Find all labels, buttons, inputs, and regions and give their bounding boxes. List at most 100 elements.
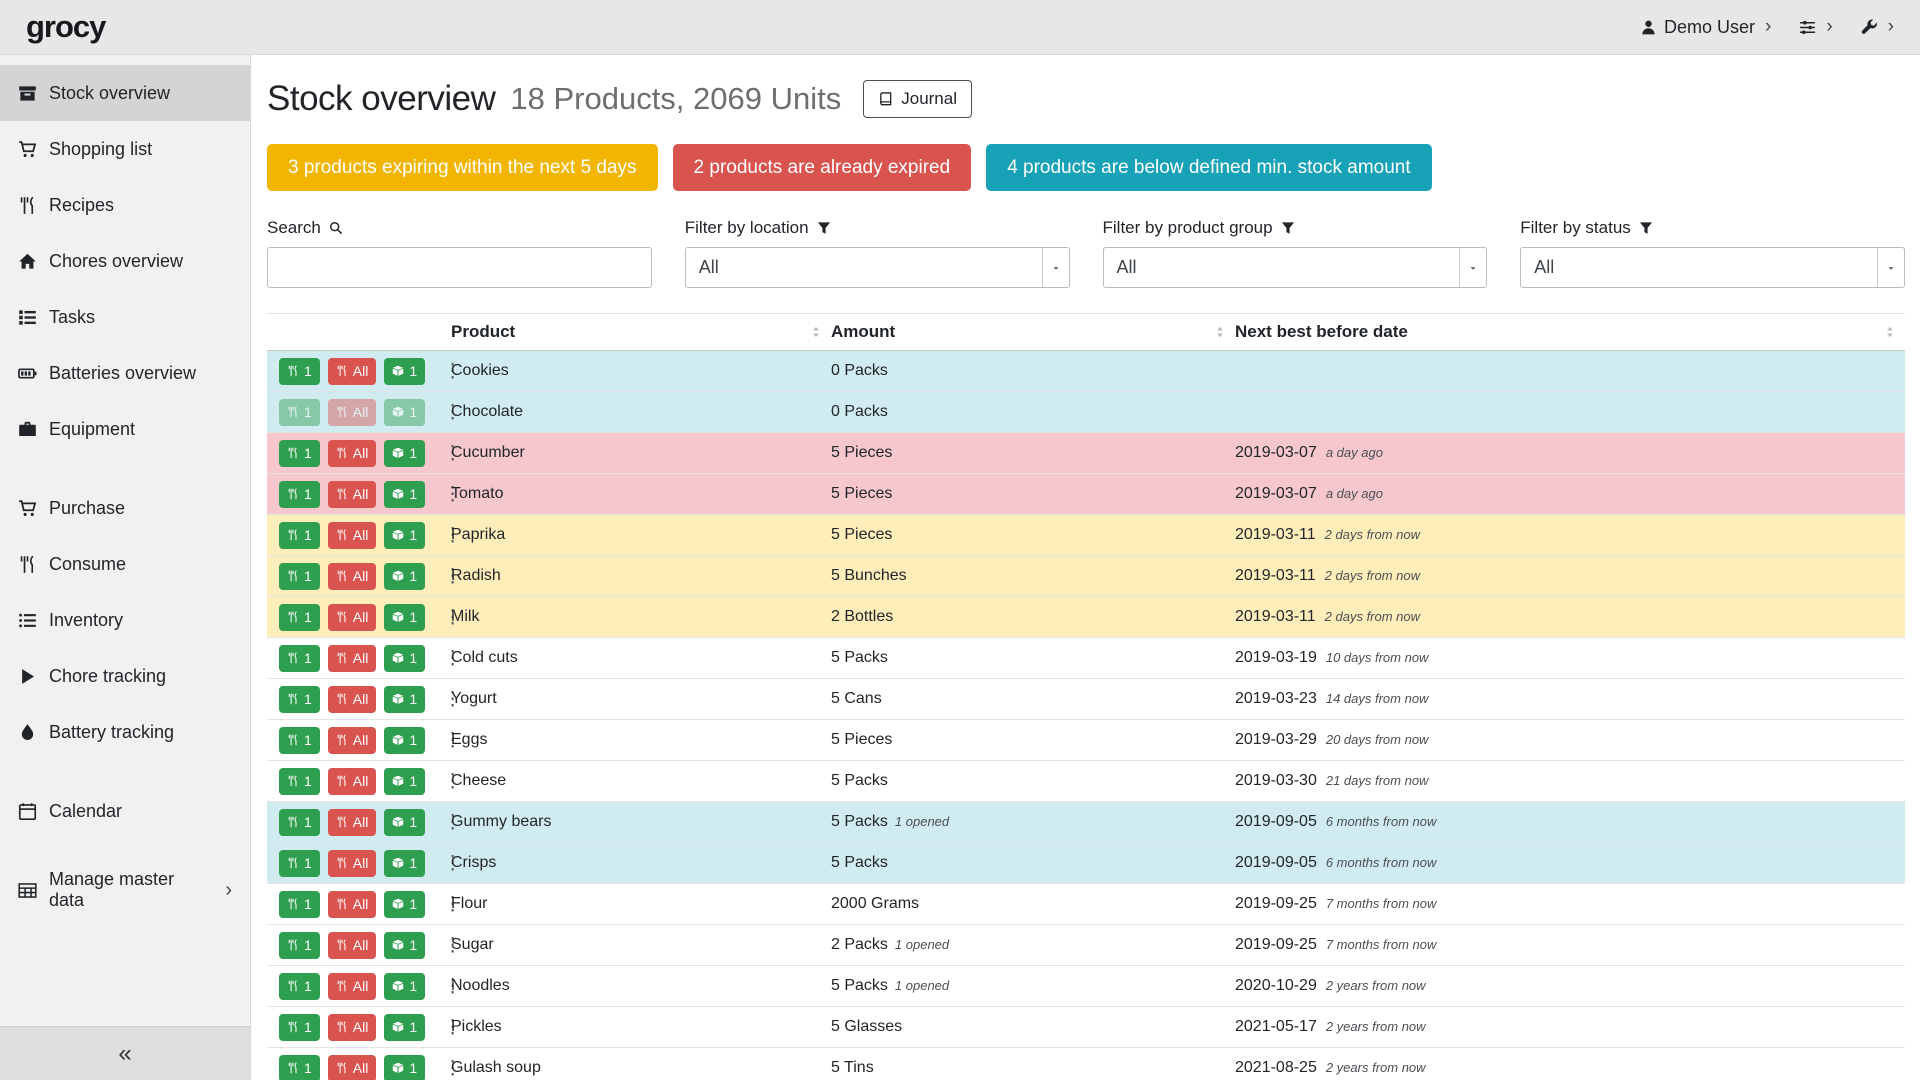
journal-button[interactable]: Journal <box>863 80 972 118</box>
filter-location-select[interactable]: All <box>685 247 1070 288</box>
sort-icon[interactable] <box>1213 325 1227 339</box>
consume-all-button[interactable]: All <box>328 522 377 549</box>
sidebar-item-equipment[interactable]: Equipment <box>0 401 250 457</box>
consume-one-button[interactable]: 1 <box>279 932 320 959</box>
consume-all-button[interactable]: All <box>328 358 377 385</box>
sidebar-item-stock-overview[interactable]: Stock overview <box>0 65 250 121</box>
consume-all-button[interactable]: All <box>328 768 377 795</box>
consume-all-button[interactable]: All <box>328 645 377 672</box>
consume-all-button[interactable]: All <box>328 727 377 754</box>
relative-date: 2 years from now <box>1326 1060 1426 1075</box>
filter-status-select[interactable]: All <box>1520 247 1905 288</box>
sidebar-item-chore-tracking[interactable]: Chore tracking <box>0 648 250 704</box>
best-before-date: 2019-03-07a day ago <box>1235 485 1905 503</box>
selected-value: All <box>1521 257 1877 278</box>
sidebar-item-manage-master-data[interactable]: Manage master data› <box>0 862 250 918</box>
sidebar-item-calendar[interactable]: Calendar <box>0 783 250 839</box>
consume-one-button[interactable]: 1 <box>279 645 320 672</box>
consume-all-button[interactable]: All <box>328 399 377 426</box>
consume-all-button[interactable]: All <box>328 891 377 918</box>
sidebar-item-shopping-list[interactable]: Shopping list <box>0 121 250 177</box>
open-one-button[interactable]: 1 <box>384 440 425 467</box>
consume-all-button[interactable]: All <box>328 604 377 631</box>
open-one-button[interactable]: 1 <box>384 973 425 1000</box>
consume-all-button[interactable]: All <box>328 973 377 1000</box>
consume-one-button[interactable]: 1 <box>279 440 320 467</box>
relative-date: 7 months from now <box>1326 937 1437 952</box>
consume-one-button[interactable]: 1 <box>279 358 320 385</box>
sort-icon[interactable] <box>809 325 823 339</box>
consume-one-button[interactable]: 1 <box>279 481 320 508</box>
consume-all-button[interactable]: All <box>328 850 377 877</box>
open-one-button[interactable]: 1 <box>384 891 425 918</box>
consume-all-button[interactable]: All <box>328 563 377 590</box>
consume-one-button[interactable]: 1 <box>279 1055 320 1080</box>
filter-product-group-label: Filter by product group <box>1103 218 1488 238</box>
consume-one-button[interactable]: 1 <box>279 727 320 754</box>
sidebar-item-batteries-overview[interactable]: Batteries overview <box>0 345 250 401</box>
sidebar-item-consume[interactable]: Consume <box>0 536 250 592</box>
open-one-button[interactable]: 1 <box>384 686 425 713</box>
open-one-button[interactable]: 1 <box>384 1055 425 1080</box>
consume-all-button[interactable]: All <box>328 1055 377 1080</box>
open-one-button[interactable]: 1 <box>384 809 425 836</box>
sidebar-item-label: Calendar <box>49 801 232 822</box>
consume-all-button[interactable]: All <box>328 1014 377 1041</box>
consume-one-button[interactable]: 1 <box>279 809 320 836</box>
open-one-button[interactable]: 1 <box>384 563 425 590</box>
open-one-button[interactable]: 1 <box>384 645 425 672</box>
table-header-date[interactable]: Next best before date <box>1235 314 1905 350</box>
open-one-button[interactable]: 1 <box>384 358 425 385</box>
open-one-button[interactable]: 1 <box>384 768 425 795</box>
sidebar-item-purchase[interactable]: Purchase <box>0 480 250 536</box>
table-row: 1All1⋮Noodles5 Packs1 opened2020-10-292 … <box>267 966 1905 1007</box>
expired-badge[interactable]: 2 products are already expired <box>673 144 972 191</box>
row-actions: 1All1⋮ <box>267 399 451 426</box>
open-one-button[interactable]: 1 <box>384 932 425 959</box>
open-one-button[interactable]: 1 <box>384 522 425 549</box>
consume-all-button[interactable]: All <box>328 481 377 508</box>
consume-one-button[interactable]: 1 <box>279 973 320 1000</box>
user-menu[interactable]: Demo User › <box>1640 16 1771 38</box>
open-one-button[interactable]: 1 <box>384 481 425 508</box>
open-one-button[interactable]: 1 <box>384 727 425 754</box>
consume-all-button[interactable]: All <box>328 932 377 959</box>
consume-all-button[interactable]: All <box>328 440 377 467</box>
open-one-button[interactable]: 1 <box>384 399 425 426</box>
sidebar-item-recipes[interactable]: Recipes <box>0 177 250 233</box>
sidebar-item-inventory[interactable]: Inventory <box>0 592 250 648</box>
consume-one-button[interactable]: 1 <box>279 1014 320 1041</box>
cart-icon <box>18 499 37 518</box>
consume-one-button[interactable]: 1 <box>279 399 320 426</box>
open-one-button[interactable]: 1 <box>384 850 425 877</box>
consume-one-button[interactable]: 1 <box>279 891 320 918</box>
grocy-logo[interactable]: grocy <box>26 9 105 45</box>
sidebar-item-battery-tracking[interactable]: Battery tracking <box>0 704 250 760</box>
consume-all-button[interactable]: All <box>328 686 377 713</box>
consume-one-button[interactable]: 1 <box>279 850 320 877</box>
main-content: Stock overview 18 Products, 2069 Units J… <box>251 55 1920 1080</box>
search-input[interactable] <box>267 247 652 288</box>
expiring-badge[interactable]: 3 products expiring within the next 5 da… <box>267 144 658 191</box>
sidebar-item-label: Recipes <box>49 195 232 216</box>
utensils-icon <box>336 1021 348 1033</box>
consume-one-button[interactable]: 1 <box>279 522 320 549</box>
filter-product-group-select[interactable]: All <box>1103 247 1488 288</box>
consume-one-button[interactable]: 1 <box>279 563 320 590</box>
consume-one-button[interactable]: 1 <box>279 604 320 631</box>
admin-menu[interactable]: › <box>1861 16 1894 38</box>
consume-one-button[interactable]: 1 <box>279 768 320 795</box>
settings-menu[interactable]: › <box>1799 16 1832 38</box>
sidebar-collapse-button[interactable]: « <box>0 1026 250 1080</box>
consume-all-button[interactable]: All <box>328 809 377 836</box>
sidebar-item-tasks[interactable]: Tasks <box>0 289 250 345</box>
sidebar-item-chores-overview[interactable]: Chores overview <box>0 233 250 289</box>
best-before-date: 2021-08-252 years from now <box>1235 1059 1905 1077</box>
consume-one-button[interactable]: 1 <box>279 686 320 713</box>
table-header-product[interactable]: Product <box>451 314 831 350</box>
table-header-amount[interactable]: Amount <box>831 314 1235 350</box>
open-one-button[interactable]: 1 <box>384 1014 425 1041</box>
sort-icon[interactable] <box>1883 325 1897 339</box>
open-one-button[interactable]: 1 <box>384 604 425 631</box>
below-min-stock-badge[interactable]: 4 products are below defined min. stock … <box>986 144 1431 191</box>
